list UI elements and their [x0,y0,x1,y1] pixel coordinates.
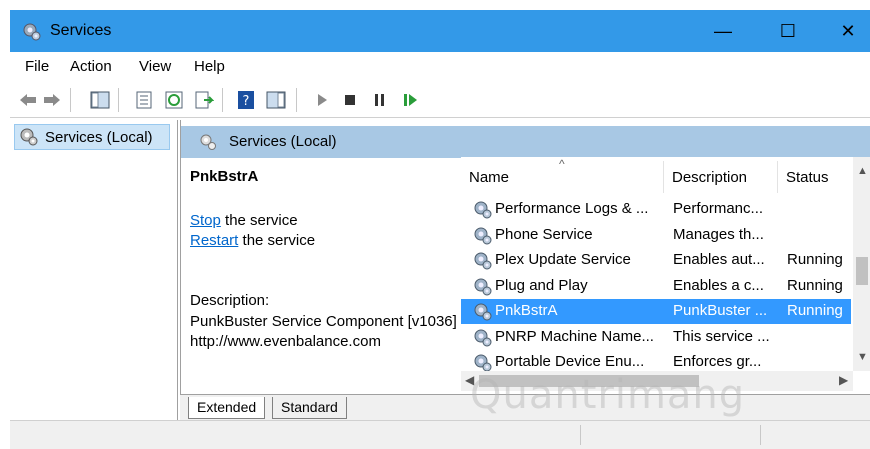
cell-status: Running [787,302,843,319]
column-header-label: Status [786,168,829,186]
menu-help[interactable]: Help [194,58,225,75]
cell-description: Enables a c... [673,276,764,294]
service-gear-icon [474,201,492,219]
back-arrow-icon[interactable] [18,90,38,110]
cell-description: Enforces gr... [673,353,762,370]
cell-name: Performance Logs & ... [495,200,649,217]
cell-name: PNRP Machine Name... [495,327,654,345]
refresh-icon[interactable] [164,90,184,110]
selected-service-name: PnkBstrA [190,168,259,185]
service-gear-icon [474,303,492,321]
service-gear-icon [474,252,492,270]
restart-link[interactable]: Restart [190,232,238,249]
table-row[interactable]: PnkBstrA PunkBuster ... Running [461,299,851,324]
title-bar: Services — ☐ ✕ [10,10,870,52]
description-text: PunkBuster Service Component [v1036] htt… [190,313,457,350]
menu-bar: File Action View Help [10,52,870,82]
column-header-label: Description [672,168,748,186]
forward-arrow-icon[interactable] [42,90,62,110]
toolbar-separator [222,88,223,112]
properties-icon[interactable] [134,90,154,110]
close-button[interactable]: ✕ [825,10,870,52]
restart-suffix: the service [238,232,316,249]
column-header-name[interactable]: Name [461,161,664,193]
table-row[interactable]: Plex Update Service Enables aut... Running [461,248,851,273]
cell-status: Running [787,251,843,268]
maximize-icon: ☐ [779,20,797,41]
stop-suffix: the service [220,212,298,229]
tree-item-label: Services (Local) [45,128,153,146]
scroll-right-icon[interactable]: ▶ [839,373,848,387]
service-gear-icon [474,227,492,244]
stop-service-icon[interactable] [340,90,360,110]
close-icon: ✕ [840,20,856,41]
pane-header: Services (Local) [181,126,870,158]
table-row[interactable]: Phone Service Manages th... [461,223,851,248]
restart-service-icon[interactable] [400,90,420,110]
gear-icon [200,134,216,150]
vertical-scrollbar[interactable]: ▲ ▼ [853,157,870,371]
cell-name: Phone Service [495,225,593,243]
cell-description: PunkBuster ... [673,302,768,319]
status-bar [10,420,870,449]
scroll-down-icon[interactable]: ▼ [857,351,868,363]
tab-standard[interactable]: Standard [272,397,347,419]
console-tree: Services (Local) [10,120,178,420]
description-label: Description: [190,292,270,309]
show-hide-console-tree-icon[interactable] [90,90,110,110]
cell-status: Running [787,276,843,294]
stop-action: Stop the service [190,212,298,229]
cell-description: Enables aut... [673,251,765,268]
table-row[interactable]: PNRP Machine Name... This service ... [461,325,851,350]
cell-name: Plex Update Service [495,251,631,268]
export-list-icon[interactable] [194,90,214,110]
status-divider [580,425,581,445]
status-divider [760,425,761,445]
stop-link[interactable]: Stop [190,212,221,229]
start-service-icon[interactable] [312,90,332,110]
pane-header-title: Services (Local) [229,133,337,150]
minimize-button[interactable]: — [700,10,746,52]
cell-description: Manages th... [673,225,764,243]
menu-file[interactable]: File [25,58,49,75]
watermark: Quantrimang [470,372,746,418]
column-header-description[interactable]: Description [664,161,778,193]
maximize-button[interactable]: ☐ [765,10,811,52]
column-header-label: Name [469,168,510,186]
restart-action: Restart the service [190,232,315,249]
window-title: Services [50,22,112,39]
scroll-up-icon[interactable]: ▲ [857,165,868,177]
table-row[interactable]: Plug and Play Enables a c... Running [461,274,851,299]
menu-view[interactable]: View [139,58,171,75]
menu-action[interactable]: Action [70,58,112,75]
vertical-scroll-thumb[interactable] [856,257,868,285]
minimize-icon: — [714,20,732,41]
cell-description: This service ... [673,327,770,345]
cell-name: Portable Device Enu... [495,353,645,370]
gear-icon [20,128,38,146]
cell-name: Plug and Play [495,276,588,294]
cell-description: Performanc... [673,200,764,217]
toolbar-separator [118,88,119,112]
service-gear-icon [474,354,492,372]
column-header-status[interactable]: Status [778,161,853,193]
service-gear-icon [474,329,492,346]
toolbar: ? [10,82,870,118]
show-action-pane-icon[interactable] [266,90,286,110]
toolbar-separator [296,88,297,112]
service-gear-icon [474,278,492,295]
tab-extended[interactable]: Extended [188,397,266,419]
help-icon[interactable]: ? [236,90,256,110]
tree-item-services-local[interactable]: Services (Local) [14,124,170,150]
pause-service-icon[interactable] [370,90,390,110]
services-list: ^ Name Description Status Performance Lo… [461,157,870,393]
gear-icon [23,23,41,41]
cell-name: PnkBstrA [495,302,558,319]
toolbar-separator [70,88,71,112]
table-row[interactable]: Performance Logs & ... Performanc... [461,197,851,222]
svg-text:?: ? [243,94,250,109]
